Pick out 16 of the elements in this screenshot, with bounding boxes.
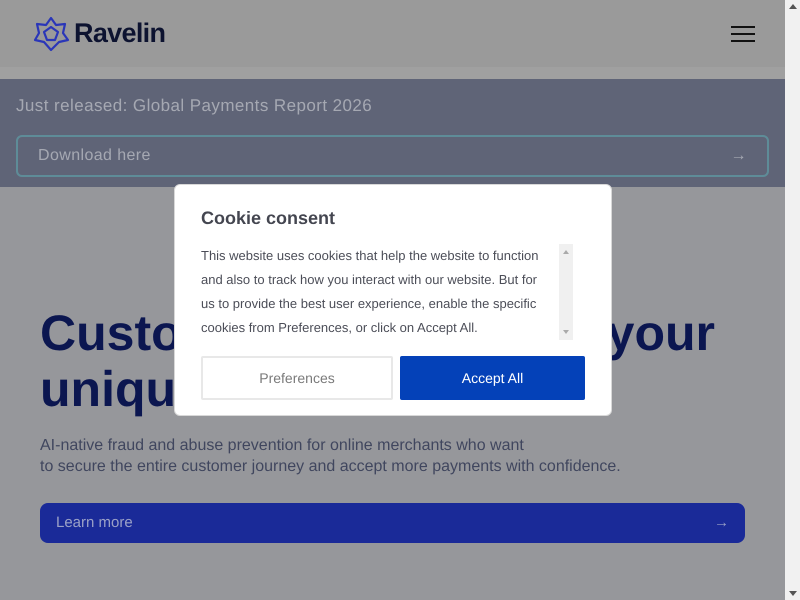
menu-icon[interactable] — [731, 24, 755, 42]
dialog-title: Cookie consent — [201, 207, 336, 230]
learn-more-button[interactable]: Learn more → — [40, 503, 745, 543]
description-line: to secure the entire customer journey and accept more payments with confidence. — [40, 457, 622, 477]
banner-title: Just released: Global Payments Report 2026 — [16, 95, 374, 117]
scrollbar[interactable] — [785, 0, 800, 600]
star-logo-icon — [32, 16, 70, 52]
description-line: AI-native fraud and abuse prevention for online merchants who want — [40, 436, 525, 456]
text-scrollbar[interactable] — [559, 244, 573, 340]
headline-text: uniqu — [40, 364, 176, 414]
dialog-body: This website uses cookies that help the website to function and also to track how you interact with our website. But for us to provide the best user experience, enable the specific cookies from Preferences, or click on Accept All. — [201, 247, 540, 337]
preferences-button[interactable]: Preferences — [201, 356, 393, 400]
accept-all-button[interactable]: Accept All — [400, 356, 585, 400]
headline-text: your — [606, 308, 715, 358]
logo-text: Ravelin — [74, 17, 166, 50]
download-button[interactable]: Download here → — [16, 134, 769, 176]
